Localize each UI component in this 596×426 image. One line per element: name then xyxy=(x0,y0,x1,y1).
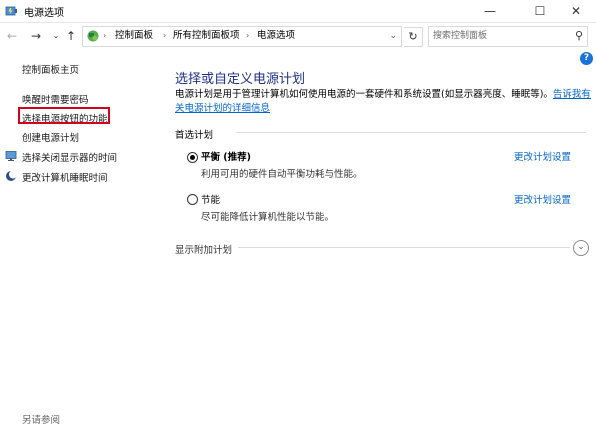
sidebar-item-wake-password[interactable]: 唤醒时需要密码 xyxy=(22,92,89,106)
sidebar-item-display-off[interactable]: 选择关闭显示器的时间 xyxy=(22,150,117,164)
search-icon[interactable]: ⚲ xyxy=(575,29,583,43)
section-divider xyxy=(236,132,586,133)
radio-power-saver[interactable] xyxy=(187,194,198,205)
back-button[interactable]: ← xyxy=(4,27,20,45)
address-field[interactable]: › 控制面板 › 所有控制面板项 › 电源选项 ⌄ xyxy=(82,26,402,47)
page-description: 电源计划是用于管理计算机如何使用电源的一套硬件和系统设置(如显示器亮度、睡眠等)… xyxy=(175,88,595,116)
search-input[interactable] xyxy=(433,29,563,43)
up-button[interactable]: ↑ xyxy=(63,27,79,45)
section-label: 首选计划 xyxy=(175,130,214,141)
help-button[interactable]: ? xyxy=(580,52,593,65)
sidebar-item-create-plan[interactable]: 创建电源计划 xyxy=(22,130,79,144)
sidebar-item-sleep-time[interactable]: 更改计算机睡眠时间 xyxy=(22,170,108,184)
page-title: 选择或自定义电源计划 xyxy=(175,72,306,87)
breadcrumb-separator: › xyxy=(246,31,250,40)
sidebar: 控制面板主页 唤醒时需要密码 选择电源按钮的功能 创建电源计划 选择关闭显示器的… xyxy=(0,50,150,426)
monitor-icon xyxy=(5,151,17,161)
power-options-icon xyxy=(5,6,17,16)
show-additional-plans[interactable]: 显示附加计划 xyxy=(175,242,232,256)
forward-button[interactable]: → xyxy=(28,27,44,45)
maximize-button[interactable]: ☐ xyxy=(520,0,560,22)
breadcrumb-all-items[interactable]: 所有控制面板项 xyxy=(173,29,240,43)
see-also-label: 另请参阅 xyxy=(22,415,61,426)
refresh-button[interactable]: ↻ xyxy=(404,27,423,47)
close-button[interactable]: ✕ xyxy=(556,0,596,22)
chevron-down-icon[interactable]: ⌄ xyxy=(573,240,589,256)
sidebar-item-home[interactable]: 控制面板主页 xyxy=(22,62,79,76)
radio-balanced[interactable] xyxy=(187,152,198,163)
chevron-down-icon[interactable]: ⌄ xyxy=(389,29,397,43)
title-bar: 电源选项 — ☐ ✕ xyxy=(0,0,596,23)
breadcrumb-separator: › xyxy=(163,31,167,40)
breadcrumb-separator: › xyxy=(103,31,107,40)
highlight-box xyxy=(18,107,110,124)
minimize-button[interactable]: — xyxy=(470,0,510,22)
moon-icon xyxy=(6,170,17,181)
plan-desc-balanced: 利用可用的硬件自动平衡功耗与性能。 xyxy=(201,169,363,180)
address-toolbar: ← → ⌄ ↑ › 控制面板 › 所有控制面板项 › 电源选项 ⌄ ↻ ⚲ xyxy=(0,23,596,49)
recent-locations-button[interactable]: ⌄ xyxy=(48,27,64,45)
section-divider xyxy=(238,247,570,248)
window-title: 电源选项 xyxy=(24,8,64,19)
change-plan-settings-link[interactable]: 更改计划设置 xyxy=(514,149,571,163)
plan-name-balanced[interactable]: 平衡 (推荐) xyxy=(201,149,251,163)
breadcrumb-control-panel[interactable]: 控制面板 xyxy=(115,29,153,43)
plan-name-power-saver[interactable]: 节能 xyxy=(201,192,220,206)
change-plan-settings-link[interactable]: 更改计划设置 xyxy=(514,192,571,206)
description-text: 电源计划是用于管理计算机如何使用电源的一套硬件和系统设置(如显示器亮度、睡眠等)… xyxy=(175,89,553,100)
search-box[interactable]: ⚲ xyxy=(428,26,588,47)
breadcrumb-power-options[interactable]: 电源选项 xyxy=(257,29,295,43)
control-panel-icon xyxy=(87,30,99,42)
plan-desc-power-saver: 尽可能降低计算机性能以节能。 xyxy=(201,212,335,223)
